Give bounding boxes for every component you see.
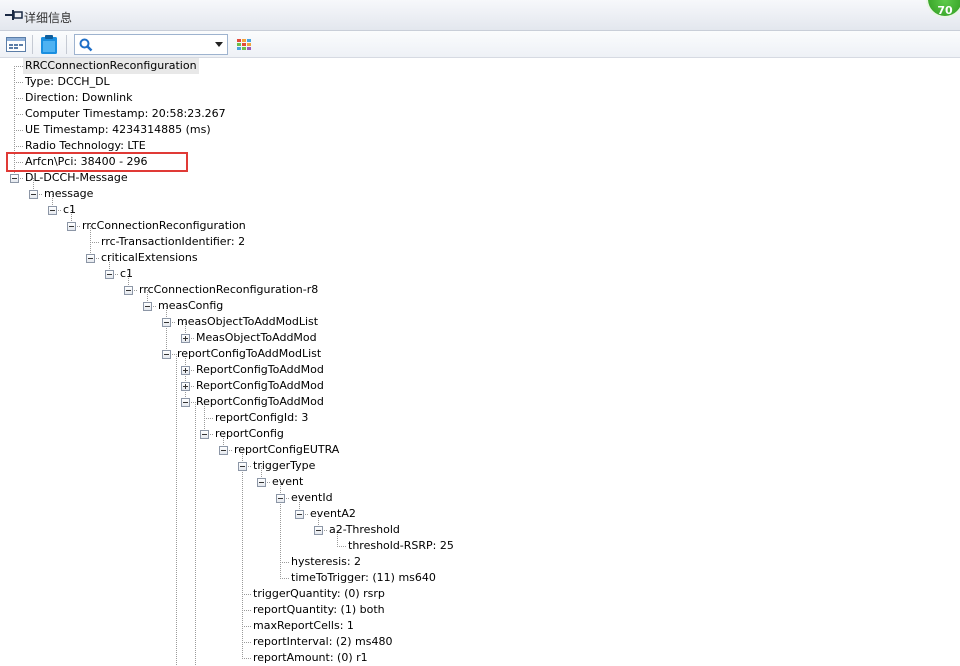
tree-node[interactable]: reportQuantity: (1) both [251, 602, 387, 618]
expand-icon[interactable] [181, 382, 190, 391]
tree-node[interactable]: measConfig [156, 298, 225, 314]
tree-node[interactable]: DL-DCCH-Message [23, 170, 130, 186]
layout-icon[interactable] [5, 34, 27, 55]
tree-node[interactable]: triggerQuantity: (0) rsrp [251, 586, 387, 602]
tree-node[interactable]: Computer Timestamp: 20:58:23.267 [23, 106, 228, 122]
collapse-icon[interactable] [295, 510, 304, 519]
tree-node[interactable]: Direction: Downlink [23, 90, 135, 106]
tree-node[interactable]: reportConfigToAddModList [175, 346, 323, 362]
collapse-icon[interactable] [200, 430, 209, 439]
tree-node[interactable]: hysteresis: 2 [289, 554, 363, 570]
detail-tree[interactable]: RRCConnectionReconfiguration Type: DCCH_D… [0, 58, 960, 665]
tree-node[interactable]: eventA2 [308, 506, 358, 522]
collapse-icon[interactable] [162, 318, 171, 327]
tree-node[interactable]: reportConfig [213, 426, 286, 442]
tree-node[interactable]: Type: DCCH_DL [23, 74, 112, 90]
tree-node[interactable]: timeToTrigger: (11) ms640 [289, 570, 438, 586]
collapse-icon[interactable] [67, 222, 76, 231]
tree-node[interactable]: MeasObjectToAddMod [194, 330, 319, 346]
window-title: 详细信息 [24, 11, 73, 25]
collapse-icon[interactable] [257, 478, 266, 487]
tree-node[interactable]: rrc-TransactionIdentifier: 2 [99, 234, 247, 250]
search-combobox[interactable] [74, 34, 228, 55]
tree-node[interactable]: a2-Threshold [327, 522, 402, 538]
tree-node[interactable]: reportConfigId: 3 [213, 410, 310, 426]
collapse-icon[interactable] [86, 254, 95, 263]
collapse-icon[interactable] [29, 190, 38, 199]
search-icon [79, 38, 93, 52]
title-bar: 详细信息 70 [0, 0, 960, 31]
tree-node[interactable]: c1 [61, 202, 78, 218]
tree-node[interactable]: UE Timestamp: 4234314885 (ms) [23, 122, 213, 138]
tree-node[interactable]: criticalExtensions [99, 250, 200, 266]
tree-node[interactable]: message [42, 186, 95, 202]
chevron-down-icon[interactable] [215, 42, 223, 47]
color-grid-icon[interactable] [234, 34, 256, 55]
toolbar-separator [66, 35, 67, 54]
pin-icon[interactable] [5, 9, 23, 21]
collapse-icon[interactable] [314, 526, 323, 535]
tree-node[interactable]: ReportConfigToAddMod [194, 362, 326, 378]
tree-node[interactable]: reportInterval: (2) ms480 [251, 634, 394, 650]
search-input[interactable] [95, 36, 205, 53]
tree-node[interactable]: rrcConnectionReconfiguration [80, 218, 248, 234]
status-badge: 70 [926, 0, 960, 18]
expand-icon[interactable] [181, 366, 190, 375]
collapse-icon[interactable] [162, 350, 171, 359]
clipboard-icon[interactable] [38, 34, 60, 55]
tree-node[interactable]: maxReportCells: 1 [251, 618, 356, 634]
collapse-icon[interactable] [48, 206, 57, 215]
tree-node[interactable]: RRCConnectionReconfiguration [23, 58, 199, 74]
tree-node[interactable]: c1 [118, 266, 135, 282]
tree-node[interactable]: measObjectToAddModList [175, 314, 320, 330]
expand-icon[interactable] [181, 334, 190, 343]
toolbar [0, 31, 960, 58]
tree-node[interactable]: event [270, 474, 305, 490]
collapse-icon[interactable] [276, 494, 285, 503]
collapse-icon[interactable] [143, 302, 152, 311]
tree-node[interactable]: ReportConfigToAddMod [194, 394, 326, 410]
collapse-icon[interactable] [105, 270, 114, 279]
collapse-icon[interactable] [124, 286, 133, 295]
tree-node[interactable]: reportAmount: (0) r1 [251, 650, 370, 666]
highlight-box [6, 152, 188, 172]
tree-node[interactable]: ReportConfigToAddMod [194, 378, 326, 394]
tree-node[interactable]: eventId [289, 490, 335, 506]
collapse-icon[interactable] [10, 174, 19, 183]
tree-node[interactable]: triggerType [251, 458, 317, 474]
tree-node[interactable]: threshold-RSRP: 25 [346, 538, 456, 554]
collapse-icon[interactable] [219, 446, 228, 455]
tree-node[interactable]: rrcConnectionReconfiguration-r8 [137, 282, 320, 298]
collapse-icon[interactable] [238, 462, 247, 471]
tree-node[interactable]: reportConfigEUTRA [232, 442, 341, 458]
collapse-icon[interactable] [181, 398, 190, 407]
toolbar-separator [32, 35, 33, 54]
